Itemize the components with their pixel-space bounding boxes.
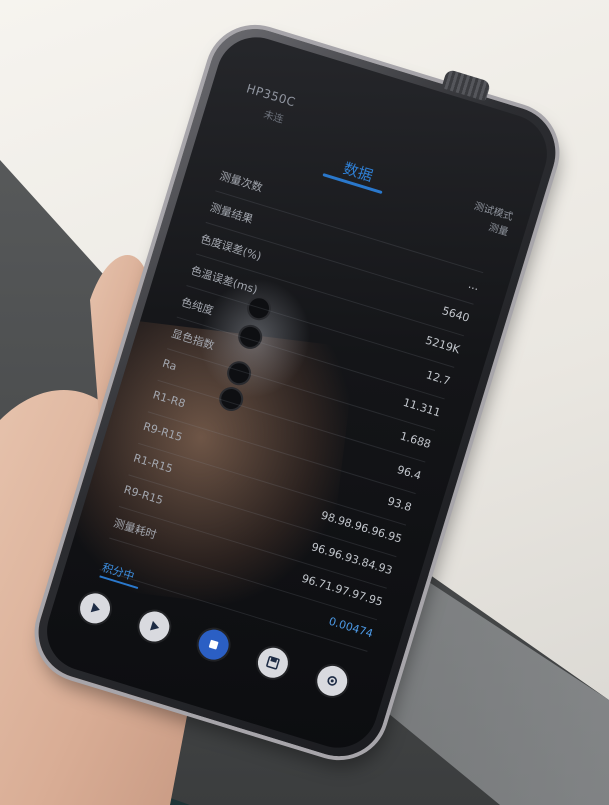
reading-label: 测量次数 bbox=[218, 169, 265, 195]
reading-label: Ra bbox=[160, 356, 179, 374]
save-icon bbox=[266, 656, 280, 670]
reading-label: 测量耗时 bbox=[112, 516, 158, 542]
reading-label: R1-R15 bbox=[131, 451, 175, 476]
save-button[interactable] bbox=[254, 644, 292, 682]
reading-value: ... bbox=[466, 277, 481, 294]
reading-label: 显色指数 bbox=[169, 327, 216, 353]
connection-label: 未连 bbox=[262, 109, 285, 126]
play-icon bbox=[150, 620, 160, 631]
settings-icon bbox=[327, 676, 338, 686]
reading-value: 12.7 bbox=[424, 368, 452, 388]
reading-value: 93.8 bbox=[385, 494, 414, 515]
reading-label: 色纯度 bbox=[179, 295, 215, 318]
play-button[interactable] bbox=[135, 607, 174, 646]
reading-value: 5219K bbox=[423, 333, 462, 357]
reading-value: 11.311 bbox=[401, 395, 443, 420]
reading-label: R9-R15 bbox=[141, 419, 184, 445]
settings-button[interactable] bbox=[313, 662, 351, 700]
reading-value: 1.688 bbox=[398, 429, 433, 452]
reading-label: R1-R8 bbox=[151, 388, 187, 411]
reading-value: 96.4 bbox=[395, 463, 423, 483]
reading-value: 5640 bbox=[440, 304, 472, 325]
reading-value: 0.00474 bbox=[327, 614, 375, 641]
play-icon bbox=[90, 602, 100, 613]
device-model: HP350C bbox=[244, 81, 298, 110]
stop-button[interactable] bbox=[194, 625, 233, 664]
reading-label: R9-R15 bbox=[122, 482, 165, 508]
reading-label: 测量结果 bbox=[208, 200, 255, 227]
mode-label[interactable]: 测试模式 测量 bbox=[467, 199, 515, 241]
stop-icon bbox=[208, 639, 219, 650]
play-button[interactable] bbox=[76, 589, 114, 628]
